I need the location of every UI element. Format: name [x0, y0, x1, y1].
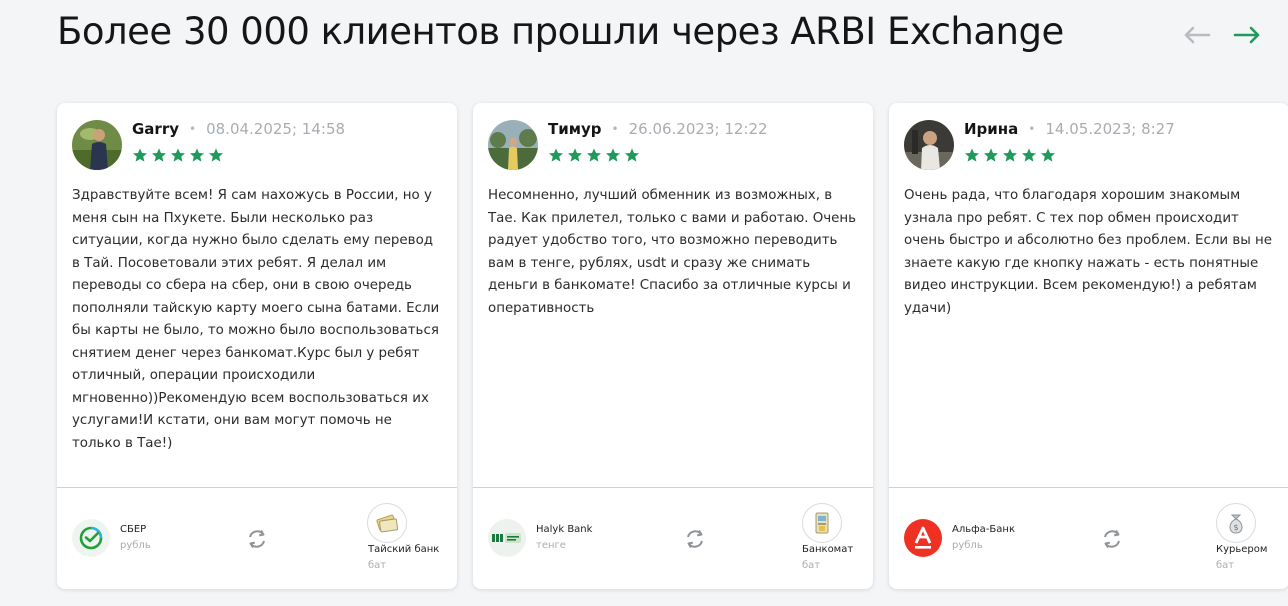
star-icon — [190, 148, 204, 162]
avatar — [904, 120, 954, 170]
from-bank-name: СБЕР — [120, 524, 147, 535]
separator-dot: • — [611, 122, 619, 136]
review-card: Ирина • 14.05.2023; 8:27 Очень рада, что… — [889, 103, 1288, 589]
star-icon — [171, 148, 185, 162]
from-bank-name: Halyk Bank — [536, 524, 593, 535]
from-currency: рубль — [120, 540, 151, 551]
review-text: Очень рада, что благодаря хорошим знаком… — [904, 188, 1273, 316]
alfa-bank-logo-icon — [904, 519, 942, 557]
star-icon — [549, 148, 563, 162]
from-currency: рубль — [952, 540, 983, 551]
section-title: Более 30 000 клиентов прошли через ARBI … — [57, 10, 1064, 53]
arrow-left-icon — [1184, 26, 1211, 44]
review-author: Тимур — [548, 120, 602, 138]
atm-icon — [802, 503, 842, 543]
to-currency: бат — [368, 560, 387, 571]
separator-dot: • — [189, 122, 197, 136]
review-date: 08.04.2025; 14:58 — [206, 120, 346, 138]
review-date: 14.05.2023; 8:27 — [1045, 120, 1175, 138]
star-icon — [606, 148, 620, 162]
avatar — [488, 120, 538, 170]
star-icon — [1041, 148, 1055, 162]
review-author: Ирина — [964, 120, 1019, 138]
carousel-prev-button[interactable] — [1182, 20, 1212, 50]
svg-text:$: $ — [1233, 523, 1238, 532]
halyk-bank-logo-icon — [488, 519, 526, 557]
star-icon — [1003, 148, 1017, 162]
review-date: 26.06.2023; 12:22 — [628, 120, 768, 138]
carousel-next-button[interactable] — [1232, 20, 1262, 50]
star-icon — [209, 148, 223, 162]
review-text: Здравствуйте всем! Я сам нахожусь в Росс… — [72, 188, 440, 451]
thai-bank-card-icon — [367, 503, 407, 543]
avatar — [72, 120, 122, 170]
separator-dot: • — [1028, 122, 1036, 136]
star-icon — [152, 148, 166, 162]
to-currency: бат — [1216, 560, 1235, 571]
from-currency: тенге — [536, 540, 566, 551]
star-icon — [133, 148, 147, 162]
sber-logo-icon — [72, 519, 110, 557]
review-author: Garry — [132, 120, 180, 138]
divider — [473, 487, 873, 488]
to-destination-name: Курьером — [1216, 544, 1268, 555]
divider — [889, 487, 1288, 488]
review-text: Несомненно, лучший обменник из возможных… — [488, 188, 857, 316]
to-destination-name: Тайский банк — [368, 544, 440, 555]
to-currency: бат — [802, 560, 821, 571]
rating-stars — [548, 147, 640, 163]
star-icon — [984, 148, 998, 162]
star-icon — [625, 148, 639, 162]
arrow-right-icon — [1233, 26, 1260, 44]
review-card: Garry • 08.04.2025; 14:58 Здравствуйте в… — [57, 103, 457, 589]
swap-icon — [249, 529, 265, 549]
courier-money-bag-icon: $ — [1216, 503, 1256, 543]
to-destination-name: Банкомат — [802, 544, 854, 555]
star-icon — [1022, 148, 1036, 162]
from-bank-name: Альфа-Банк — [952, 524, 1015, 535]
divider — [57, 487, 457, 488]
rating-stars — [964, 147, 1056, 163]
rating-stars — [132, 147, 224, 163]
star-icon — [587, 148, 601, 162]
review-card: Тимур • 26.06.2023; 12:22 Несомненно, лу… — [473, 103, 873, 589]
star-icon — [965, 148, 979, 162]
star-icon — [568, 148, 582, 162]
swap-icon — [1104, 529, 1120, 549]
swap-icon — [687, 529, 703, 549]
